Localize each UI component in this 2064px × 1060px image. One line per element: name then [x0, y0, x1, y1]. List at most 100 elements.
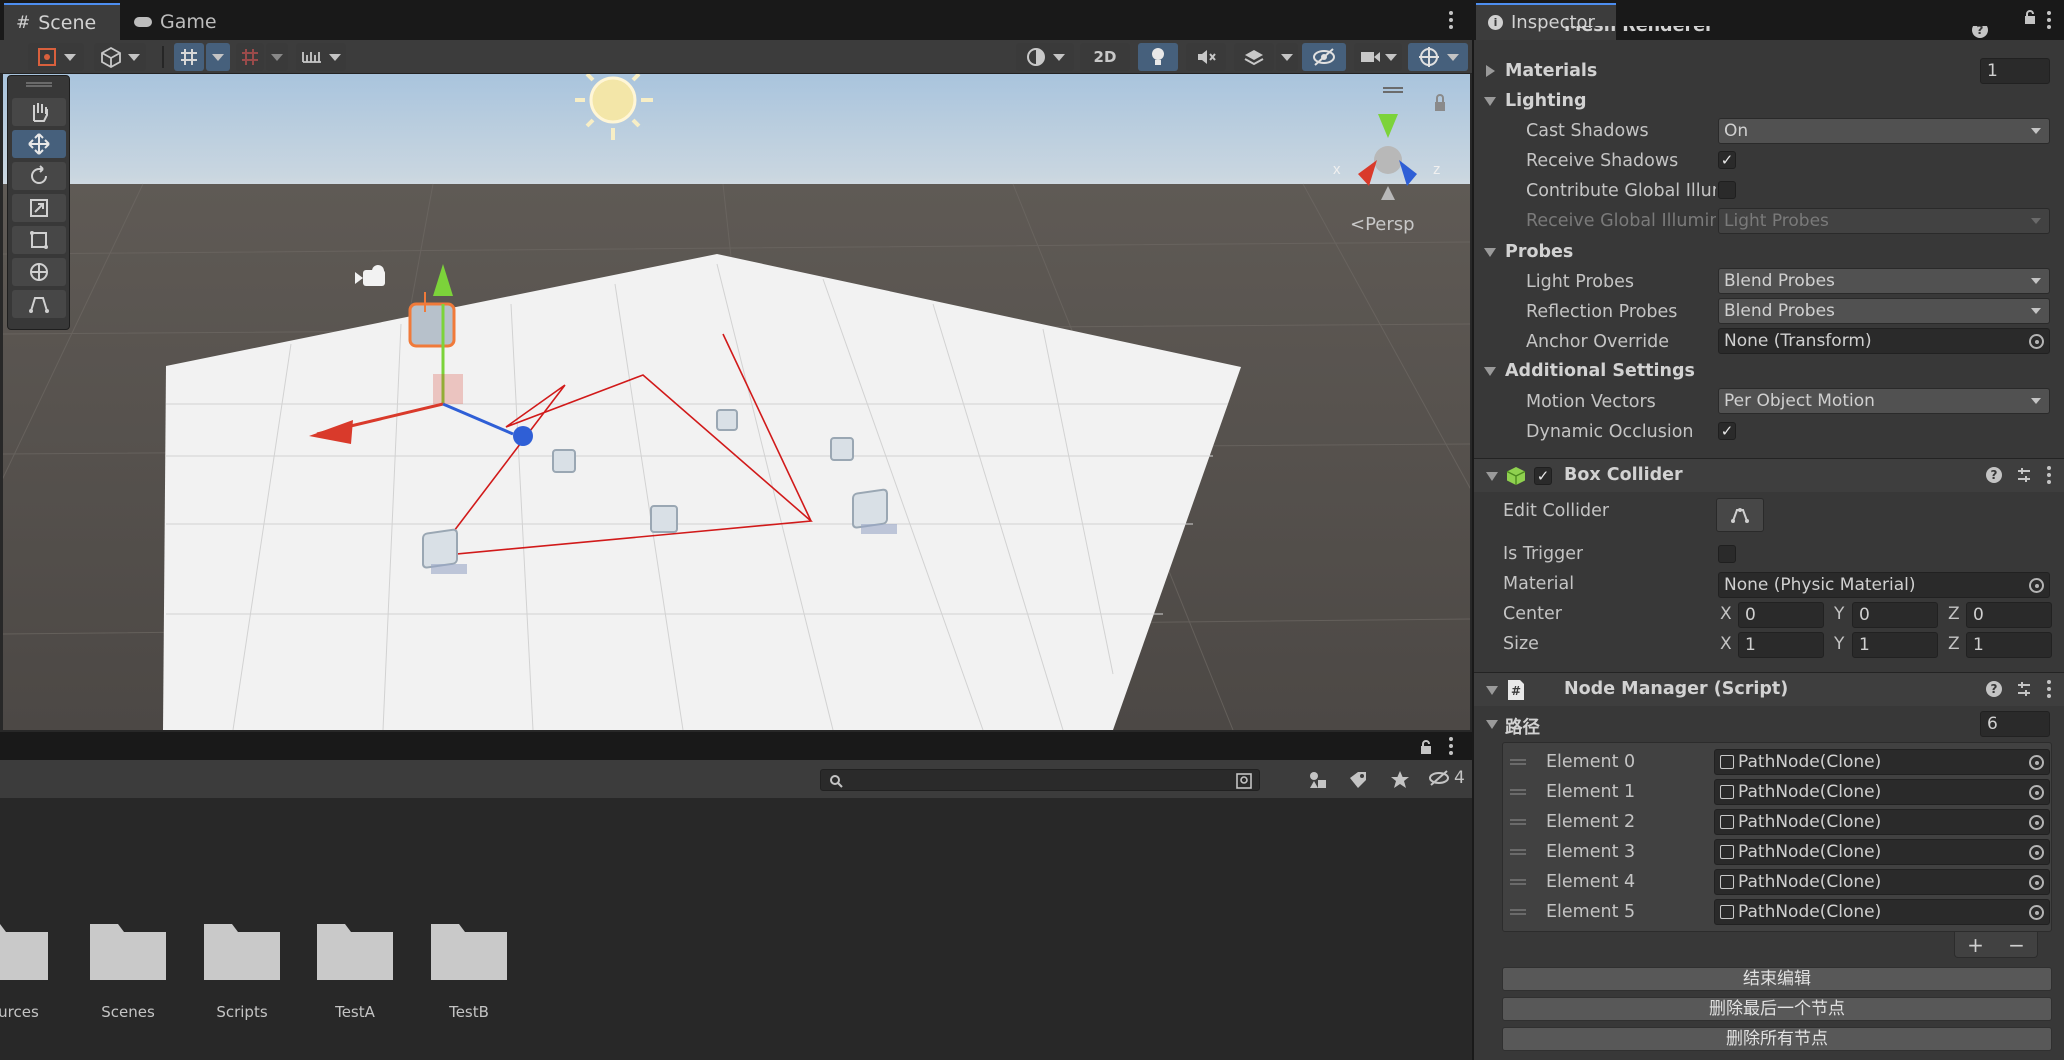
box-collider-foldout[interactable]	[1486, 472, 1498, 481]
grid-snap-button[interactable]	[174, 43, 204, 71]
custom-tool[interactable]	[12, 290, 66, 318]
box-collider-header[interactable]: ✓ Box Collider ?	[1474, 458, 2064, 492]
box-collider-enabled[interactable]: ✓	[1534, 467, 1552, 485]
delete-all-nodes-button[interactable]: 删除所有节点	[1502, 1027, 2052, 1051]
toggle-2d-button[interactable]: 2D	[1080, 43, 1130, 71]
lock-icon[interactable]	[1420, 739, 1432, 754]
star-icon[interactable]	[1390, 770, 1410, 790]
delete-last-node-button[interactable]: 删除最后一个节点	[1502, 997, 2052, 1021]
more-icon[interactable]	[1448, 737, 1454, 755]
help-icon[interactable]: ?	[1986, 467, 2002, 483]
tab-scene[interactable]: # Scene	[4, 3, 120, 40]
gizmos-button[interactable]	[1408, 43, 1468, 71]
more-icon[interactable]	[2046, 680, 2052, 698]
render-mode-button[interactable]	[1016, 43, 1074, 71]
hidden-packages-toggle[interactable]: 4	[1428, 768, 1465, 788]
camera-settings-button[interactable]	[1354, 43, 1402, 71]
element-field[interactable]: PathNode(Clone)	[1714, 779, 2050, 805]
snap-increment-button[interactable]	[236, 43, 264, 71]
rect-tool[interactable]	[12, 226, 66, 254]
materials-size-field[interactable]: 1	[1980, 58, 2050, 84]
search-by-type-icon[interactable]	[1235, 772, 1253, 790]
center-x-field[interactable]: 0	[1738, 602, 1824, 628]
presets-icon[interactable]	[2016, 681, 2032, 697]
grid-snap-dropdown[interactable]	[206, 43, 230, 71]
object-picker-icon[interactable]	[2029, 845, 2044, 860]
node-manager-header[interactable]: # Node Manager (Script) ?	[1474, 672, 2064, 706]
motion-vectors-dropdown[interactable]: Per Object Motion	[1718, 388, 2050, 414]
presets-icon[interactable]	[2016, 467, 2032, 483]
object-picker-icon[interactable]	[2029, 815, 2044, 830]
object-picker-icon[interactable]	[2029, 875, 2044, 890]
tab-game[interactable]: Game	[122, 3, 229, 40]
drag-handle[interactable]	[26, 82, 52, 87]
lock-icon[interactable]	[2024, 10, 2036, 24]
light-probes-dropdown[interactable]: Blend Probes	[1718, 268, 2050, 294]
projection-toggle[interactable]: <Persp	[1350, 214, 1415, 235]
scale-tool[interactable]	[12, 194, 66, 222]
drag-handle[interactable]	[1510, 819, 1526, 825]
edit-collider-button[interactable]	[1716, 498, 1764, 532]
size-y-field[interactable]: 1	[1852, 632, 1938, 658]
anchor-override-field[interactable]: None (Transform)	[1718, 328, 2050, 354]
reflection-probes-dropdown[interactable]: Blend Probes	[1718, 298, 2050, 324]
effects-dropdown[interactable]	[1276, 43, 1298, 71]
more-icon[interactable]	[2046, 466, 2052, 484]
cast-shadows-dropdown[interactable]: On	[1718, 118, 2050, 144]
draw-mode-button[interactable]	[28, 43, 84, 71]
drag-handle[interactable]	[1510, 759, 1526, 765]
size-z-field[interactable]: 1	[1966, 632, 2052, 658]
end-edit-button[interactable]: 结束编辑	[1502, 967, 2052, 991]
materials-foldout[interactable]	[1486, 65, 1495, 77]
element-field[interactable]: PathNode(Clone)	[1714, 749, 2050, 775]
dynamic-occlusion-checkbox[interactable]: ✓	[1718, 422, 1736, 440]
label-icon[interactable]	[1348, 770, 1368, 790]
receive-shadows-checkbox[interactable]: ✓	[1718, 151, 1736, 169]
filter-type-icon[interactable]	[1308, 770, 1328, 790]
center-y-field[interactable]: 0	[1852, 602, 1938, 628]
physic-material-field[interactable]: None (Physic Material)	[1718, 572, 2050, 598]
element-field[interactable]: PathNode(Clone)	[1714, 899, 2050, 925]
drag-handle[interactable]	[1510, 879, 1526, 885]
drag-handle[interactable]	[1510, 789, 1526, 795]
path-size-field[interactable]: 6	[1980, 711, 2050, 737]
remove-element-button[interactable]: −	[2008, 933, 2025, 957]
help-icon[interactable]: ?	[1986, 681, 2002, 697]
search-input[interactable]	[820, 769, 1260, 791]
center-z-field[interactable]: 0	[1966, 602, 2052, 628]
element-field[interactable]: PathNode(Clone)	[1714, 839, 2050, 865]
contribute-gi-checkbox[interactable]	[1718, 181, 1736, 199]
object-picker-icon[interactable]	[2029, 334, 2044, 349]
more-icon[interactable]	[1448, 11, 1454, 29]
transform-tool[interactable]	[12, 258, 66, 286]
path-foldout[interactable]	[1486, 720, 1498, 729]
element-field[interactable]: PathNode(Clone)	[1714, 809, 2050, 835]
add-element-button[interactable]: +	[1967, 933, 1984, 957]
transform-icon	[30, 263, 48, 281]
object-picker-icon[interactable]	[2029, 578, 2044, 593]
drag-handle[interactable]	[1510, 909, 1526, 915]
size-x-field[interactable]: 1	[1738, 632, 1824, 658]
drag-handle[interactable]	[1510, 849, 1526, 855]
shading-button[interactable]	[94, 43, 146, 71]
hand-tool[interactable]	[12, 98, 66, 126]
lighting-toggle[interactable]	[1138, 43, 1178, 71]
effects-toggle[interactable]	[1234, 43, 1274, 71]
help-icon[interactable]: ?	[1972, 26, 1988, 38]
scene-visibility-toggle[interactable]	[1302, 43, 1346, 71]
lighting-foldout[interactable]	[1484, 97, 1496, 106]
element-field[interactable]: PathNode(Clone)	[1714, 869, 2050, 895]
audio-toggle[interactable]	[1186, 43, 1226, 71]
snap-dropdown[interactable]	[266, 43, 288, 71]
move-tool[interactable]	[12, 130, 66, 158]
ruler-button[interactable]	[296, 43, 346, 71]
additional-settings-foldout[interactable]	[1484, 367, 1496, 376]
probes-foldout[interactable]	[1484, 248, 1496, 257]
object-picker-icon[interactable]	[2029, 785, 2044, 800]
is-trigger-checkbox[interactable]	[1718, 545, 1736, 563]
node-manager-foldout[interactable]	[1486, 686, 1498, 695]
scene-viewport[interactable]: x z <Persp	[3, 74, 1470, 730]
rotate-tool[interactable]	[12, 162, 66, 190]
object-picker-icon[interactable]	[2029, 755, 2044, 770]
object-picker-icon[interactable]	[2029, 905, 2044, 920]
